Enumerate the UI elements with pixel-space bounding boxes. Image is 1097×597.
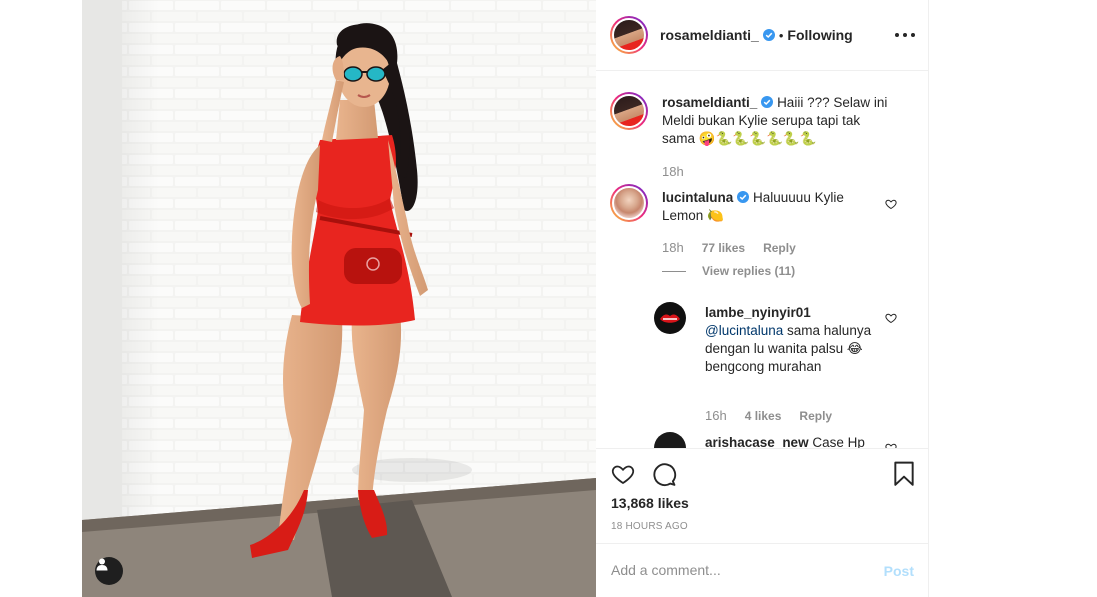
likes-count[interactable]: 13,868 likes	[611, 495, 689, 511]
reply-username[interactable]: arishacase_new	[705, 435, 809, 448]
verified-badge-icon	[761, 96, 774, 108]
reply-avatar[interactable]	[654, 302, 686, 334]
comment-username[interactable]: lucintaluna	[662, 190, 733, 205]
reply-time[interactable]: 16h	[705, 408, 727, 423]
verified-badge-icon	[762, 29, 775, 41]
comment-bubble-icon[interactable]	[651, 462, 677, 487]
post-photo[interactable]	[82, 0, 596, 597]
comment-text-block: lucintaluna Haluuuuu Kylie Lemon 🍋	[662, 189, 857, 225]
add-comment-input[interactable]	[611, 558, 851, 582]
caption-time[interactable]: 18h	[662, 164, 684, 179]
caption-text-block: rosameldianti_ Haiii ??? Selaw ini Meldi…	[662, 94, 892, 148]
post-header: rosameldianti_ • Following	[596, 0, 929, 71]
commenter-avatar[interactable]	[610, 184, 648, 222]
author-avatar[interactable]	[610, 16, 648, 54]
add-comment-bar: Post	[596, 543, 929, 597]
comment-like-heart-icon[interactable]	[885, 198, 897, 210]
lips-logo	[660, 314, 680, 323]
reply-text-block: lambe_nyinyir01 @lucintaluna sama haluny…	[705, 304, 875, 376]
view-replies-label[interactable]: View replies (11)	[702, 264, 795, 278]
view-replies[interactable]: View replies (11)	[662, 264, 795, 278]
more-options-icon[interactable]	[895, 25, 915, 45]
reply-like-heart-icon[interactable]	[885, 312, 897, 324]
author-username[interactable]: rosameldianti_	[660, 27, 759, 43]
comment-meta: 18h 77 likes Reply	[662, 240, 796, 255]
reply-button[interactable]: Reply	[763, 241, 796, 255]
heart-icon[interactable]	[610, 462, 636, 486]
verified-badge-icon	[737, 191, 750, 203]
caption-avatar[interactable]	[610, 92, 648, 130]
bookmark-icon[interactable]	[893, 461, 915, 487]
person-glyph	[96, 558, 108, 571]
reply-button[interactable]: Reply	[799, 409, 832, 423]
caption-username[interactable]: rosameldianti_	[662, 95, 757, 110]
comment-likes[interactable]: 77 likes	[702, 241, 745, 255]
comment-time[interactable]: 18h	[662, 240, 684, 255]
user-tag-icon[interactable]	[95, 557, 123, 585]
reply-text: Case Hp	[812, 435, 865, 448]
post-comment-button[interactable]: Post	[884, 563, 914, 579]
instagram-post-modal: rosameldianti_ • Following rosameldianti…	[0, 0, 1097, 597]
view-replies-line	[662, 270, 686, 272]
follow-status-button[interactable]: Following	[787, 27, 852, 43]
post-timestamp[interactable]: 18 HOURS AGO	[611, 521, 688, 532]
comments-list[interactable]: rosameldianti_ Haiii ??? Selaw ini Meldi…	[596, 72, 929, 448]
photo-illustration	[82, 0, 596, 597]
post-side-panel: rosameldianti_ • Following rosameldianti…	[596, 0, 929, 597]
reply-meta: 16h 4 likes Reply	[705, 408, 832, 423]
post-actions: 13,868 likes 18 HOURS AGO Post	[596, 448, 929, 597]
caption-meta: 18h	[662, 164, 684, 179]
reply-username[interactable]: lambe_nyinyir01	[705, 305, 811, 320]
reply-avatar[interactable]	[654, 432, 686, 448]
header-separator: •	[778, 27, 784, 43]
reply-likes[interactable]: 4 likes	[745, 409, 782, 423]
reply-mention[interactable]: @lucintaluna	[705, 323, 783, 338]
reply-text-block: arishacase_new Case Hp	[705, 434, 905, 448]
